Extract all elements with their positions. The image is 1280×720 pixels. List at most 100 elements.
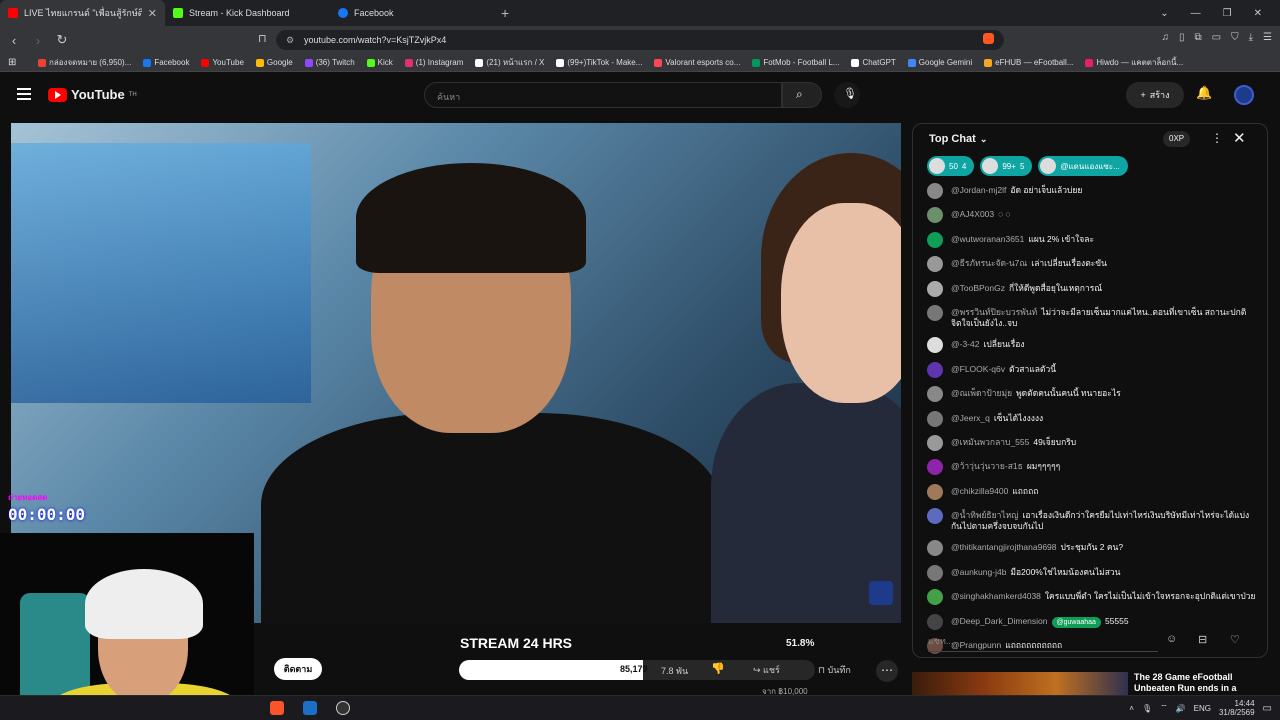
message-author[interactable]: @Jeerx_q: [951, 413, 990, 423]
avatar[interactable]: [927, 459, 943, 476]
steam-icon[interactable]: [303, 701, 317, 715]
avatar[interactable]: [927, 280, 943, 297]
vpn-icon[interactable]: ⛉: [1231, 32, 1239, 43]
bookmark-item[interactable]: FotMob - Football L...: [752, 58, 839, 67]
super-chat-icon[interactable]: ⊟: [1198, 633, 1207, 646]
message-author[interactable]: @น้ำทิพย์ธิยาไหญ่: [951, 510, 1018, 520]
media-icon[interactable]: ♫: [1162, 32, 1170, 43]
message-author[interactable]: @ณเพ็ดาป้ายมุ่ย: [951, 388, 1012, 398]
bookmark-item[interactable]: Facebook: [143, 58, 189, 67]
tab-kick-dashboard[interactable]: Stream - Kick Dashboard: [165, 0, 330, 26]
site-info-icon[interactable]: ⚙: [286, 35, 294, 46]
extensions-icon[interactable]: ⧉: [1195, 32, 1202, 43]
subscribe-button[interactable]: ติดตาม: [274, 658, 322, 680]
avatar[interactable]: [927, 564, 943, 581]
avatar[interactable]: [927, 337, 943, 354]
message-author[interactable]: @chikzilla9400: [951, 486, 1008, 496]
new-tab-button[interactable]: +: [501, 5, 509, 21]
message-author[interactable]: @AJ4X003: [951, 209, 994, 219]
wifi-icon[interactable]: ⌔: [1160, 703, 1168, 713]
avatar[interactable]: [927, 207, 943, 224]
downloads-icon[interactable]: ⤓: [1249, 32, 1253, 43]
avatar[interactable]: [927, 483, 943, 500]
bookmark-item[interactable]: ChatGPT: [851, 58, 896, 67]
chat-mode-label[interactable]: Top Chat: [929, 133, 976, 145]
clock[interactable]: 14:44 31/8/2569: [1219, 699, 1255, 717]
notification-center-icon[interactable]: ▭: [1263, 703, 1272, 714]
recommended-video[interactable]: The 28 Game eFootball Unbeaten Run ends …: [912, 670, 1268, 696]
bookmark-item[interactable]: Google Gemini: [907, 58, 972, 67]
message-author[interactable]: @aunkung-j4b: [951, 567, 1006, 577]
apps-icon[interactable]: ⊞: [8, 57, 16, 68]
youtube-logo[interactable]: YouTube TH: [48, 87, 137, 102]
bookmark-item[interactable]: Hiwdo — แคตตาล็อกนี้...: [1085, 56, 1183, 69]
forward-icon[interactable]: ›: [28, 33, 48, 48]
bookmark-item[interactable]: กล่องจดหมาย (6,950)...: [38, 56, 131, 69]
supporter-chip[interactable]: 50 4: [927, 156, 975, 176]
avatar[interactable]: [927, 540, 943, 557]
like-button[interactable]: 85,179: [620, 664, 648, 674]
avatar[interactable]: [927, 508, 943, 525]
message-author[interactable]: @พรรวินท์ปิยะบวรพันท์: [951, 307, 1037, 317]
menu-icon[interactable]: ☰: [1263, 32, 1272, 43]
close-chat-icon[interactable]: ✕: [1233, 129, 1246, 147]
avatar[interactable]: [927, 256, 943, 273]
account-avatar[interactable]: [1234, 85, 1254, 105]
tab-youtube-live[interactable]: LIVE ไทยแกรนด์ "เพื่อนสู้รักษ์ดิน" ✕: [0, 0, 165, 26]
message-author[interactable]: @-3-42: [951, 339, 979, 349]
emoji-icon[interactable]: ☺: [1166, 633, 1177, 645]
message-author[interactable]: @ว้าวุ่นวุ่นวาย-ส1ธ: [951, 461, 1023, 471]
more-actions-icon[interactable]: ⋯: [876, 660, 898, 682]
message-author[interactable]: @singhakhamkerd4038: [951, 591, 1041, 601]
bookmark-item[interactable]: Valorant esports co...: [654, 58, 740, 67]
search-button[interactable]: ⌕: [782, 82, 822, 108]
heart-icon[interactable]: ♡: [1230, 633, 1240, 646]
mic-tray-icon[interactable]: 🎙: [1142, 704, 1152, 713]
reload-icon[interactable]: ↻: [52, 32, 72, 48]
avatar[interactable]: [927, 410, 943, 427]
search-input[interactable]: ค้นหา: [424, 82, 782, 108]
bookmark-item[interactable]: Google: [255, 58, 293, 67]
avatar[interactable]: [927, 386, 943, 403]
tab-search-icon[interactable]: ⌄: [1160, 8, 1168, 19]
message-author[interactable]: @TooBPonGz: [951, 283, 1005, 293]
volume-icon[interactable]: 🔊: [1176, 704, 1186, 713]
avatar[interactable]: [927, 231, 943, 248]
close-tab-icon[interactable]: ✕: [148, 7, 157, 20]
restore-button[interactable]: ❐: [1223, 8, 1232, 19]
dislike-icon[interactable]: 👎: [711, 662, 725, 675]
chevron-down-icon[interactable]: ⌄: [980, 134, 988, 145]
hamburger-menu-icon[interactable]: [17, 88, 31, 100]
bookmark-item[interactable]: (21) หน้าแรก / X: [475, 56, 544, 69]
back-icon[interactable]: ‹: [4, 33, 24, 48]
url-field[interactable]: ⚙ youtube.com/watch?v=KsjTZvjkPx4: [276, 30, 1004, 50]
bookmark-item[interactable]: (1) Instagram: [404, 58, 463, 67]
avatar[interactable]: [927, 434, 943, 451]
close-window-button[interactable]: ✕: [1254, 8, 1262, 19]
video-thumbnail[interactable]: [912, 672, 1128, 696]
avatar[interactable]: [927, 304, 943, 321]
tab-facebook[interactable]: Facebook: [330, 0, 495, 26]
xp-badge[interactable]: 0XP: [1163, 131, 1191, 147]
chat-input[interactable]: แชท...: [928, 634, 1158, 652]
sidebar-icon[interactable]: ▯: [1179, 32, 1185, 43]
notifications-bell-icon[interactable]: 🔔: [1196, 85, 1212, 101]
bookmark-icon[interactable]: ⊓: [258, 32, 267, 45]
minimize-button[interactable]: —: [1191, 8, 1201, 19]
bookmark-item[interactable]: (36) Twitch: [304, 58, 355, 67]
message-author[interactable]: @wutworanan3651: [951, 234, 1024, 244]
message-author[interactable]: @Jordan-mj2lf: [951, 185, 1006, 195]
chevron-up-icon[interactable]: ˄: [1129, 704, 1134, 713]
share-button[interactable]: ↪ แชร์: [753, 663, 780, 677]
avatar[interactable]: [927, 361, 943, 378]
message-author[interactable]: @Deep_Dark_Dimension: [951, 616, 1048, 626]
save-button[interactable]: ⊓ บันทึก: [818, 663, 851, 677]
more-options-icon[interactable]: ⋮: [1211, 131, 1223, 145]
message-author[interactable]: @FLOOK-q6v: [951, 364, 1005, 374]
message-author[interactable]: @ธีรภัทรนะจัด-น7ณ: [951, 258, 1027, 268]
wallet-icon[interactable]: ▭: [1212, 32, 1221, 43]
avatar[interactable]: [927, 183, 943, 199]
supporter-chip[interactable]: 99+ 5: [980, 156, 1033, 176]
brave-icon[interactable]: [270, 701, 284, 715]
obs-icon[interactable]: [336, 701, 350, 715]
